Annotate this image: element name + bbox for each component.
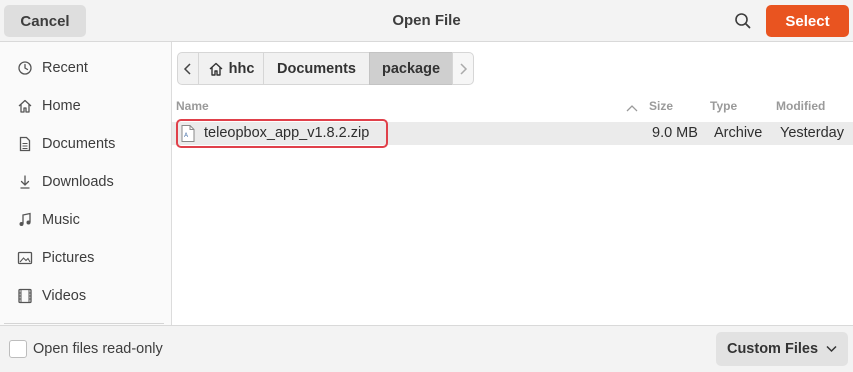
path-segment-home[interactable]: hhc bbox=[198, 52, 264, 85]
home-icon bbox=[208, 61, 224, 77]
music-icon bbox=[17, 212, 33, 228]
sort-ascending-icon bbox=[626, 101, 638, 115]
sidebar-item-home[interactable]: Home bbox=[0, 87, 171, 125]
sidebar-item-label: Music bbox=[42, 212, 80, 228]
clock-icon bbox=[17, 60, 33, 76]
sidebar-item-label: Documents bbox=[42, 136, 116, 152]
path-segment-label: hhc bbox=[228, 60, 255, 77]
column-header-size[interactable]: Size bbox=[649, 99, 673, 113]
sidebar-item-documents[interactable]: Documents bbox=[0, 125, 171, 163]
sidebar-item-music[interactable]: Music bbox=[0, 201, 171, 239]
readonly-checkbox[interactable] bbox=[9, 340, 27, 358]
readonly-label[interactable]: Open files read-only bbox=[33, 341, 163, 357]
path-segment-documents[interactable]: Documents bbox=[263, 52, 370, 85]
path-scroll-right-button[interactable] bbox=[452, 52, 474, 85]
document-icon bbox=[17, 136, 33, 152]
column-header-type[interactable]: Type bbox=[710, 99, 737, 113]
column-header-name[interactable]: Name bbox=[176, 99, 209, 113]
chevron-left-icon bbox=[183, 62, 191, 75]
dialog-title: Open File bbox=[392, 12, 461, 29]
sidebar-item-label: Downloads bbox=[42, 174, 114, 190]
sidebar-item-videos[interactable]: Videos bbox=[0, 277, 171, 315]
header-bar: Cancel Open File Select bbox=[0, 0, 853, 42]
file-modified: Yesterday bbox=[780, 125, 844, 141]
download-icon bbox=[17, 174, 33, 190]
file-name: teleopbox_app_v1.8.2.zip bbox=[204, 125, 370, 141]
file-filter-dropdown[interactable]: Custom Files bbox=[716, 332, 848, 366]
sidebar-separator bbox=[4, 323, 164, 324]
places-sidebar: Recent Home Documents Downloads Music Pi… bbox=[0, 42, 172, 325]
path-segment-package[interactable]: package bbox=[369, 52, 453, 85]
file-size: 9.0 MB bbox=[652, 125, 698, 141]
file-type: Archive bbox=[714, 125, 763, 141]
sidebar-item-pictures[interactable]: Pictures bbox=[0, 239, 171, 277]
sidebar-item-label: Recent bbox=[42, 60, 88, 76]
path-bar: hhc Documents package bbox=[177, 52, 474, 85]
file-filter-label: Custom Files bbox=[726, 341, 819, 357]
file-browser: hhc Documents package Name Size Type Mod… bbox=[172, 42, 853, 325]
sidebar-item-label: Home bbox=[42, 98, 81, 114]
footer-bar: Open files read-only Custom Files bbox=[0, 325, 853, 372]
select-button[interactable]: Select bbox=[766, 5, 849, 37]
chevron-right-icon bbox=[460, 62, 468, 75]
home-icon bbox=[17, 98, 33, 114]
sidebar-item-downloads[interactable]: Downloads bbox=[0, 163, 171, 201]
search-icon[interactable] bbox=[733, 11, 753, 31]
sidebar-item-label: Pictures bbox=[42, 250, 95, 266]
archive-file-icon: A bbox=[181, 125, 195, 146]
chevron-down-icon bbox=[826, 341, 837, 357]
file-row[interactable]: A teleopbox_app_v1.8.2.zip 9.0 MB Archiv… bbox=[172, 119, 853, 148]
picture-icon bbox=[17, 250, 33, 266]
sidebar-item-label: Videos bbox=[42, 288, 87, 304]
sidebar-item-recent[interactable]: Recent bbox=[0, 49, 171, 87]
video-icon bbox=[17, 288, 33, 304]
column-header-modified[interactable]: Modified bbox=[776, 99, 825, 113]
path-scroll-left-button[interactable] bbox=[177, 52, 199, 85]
